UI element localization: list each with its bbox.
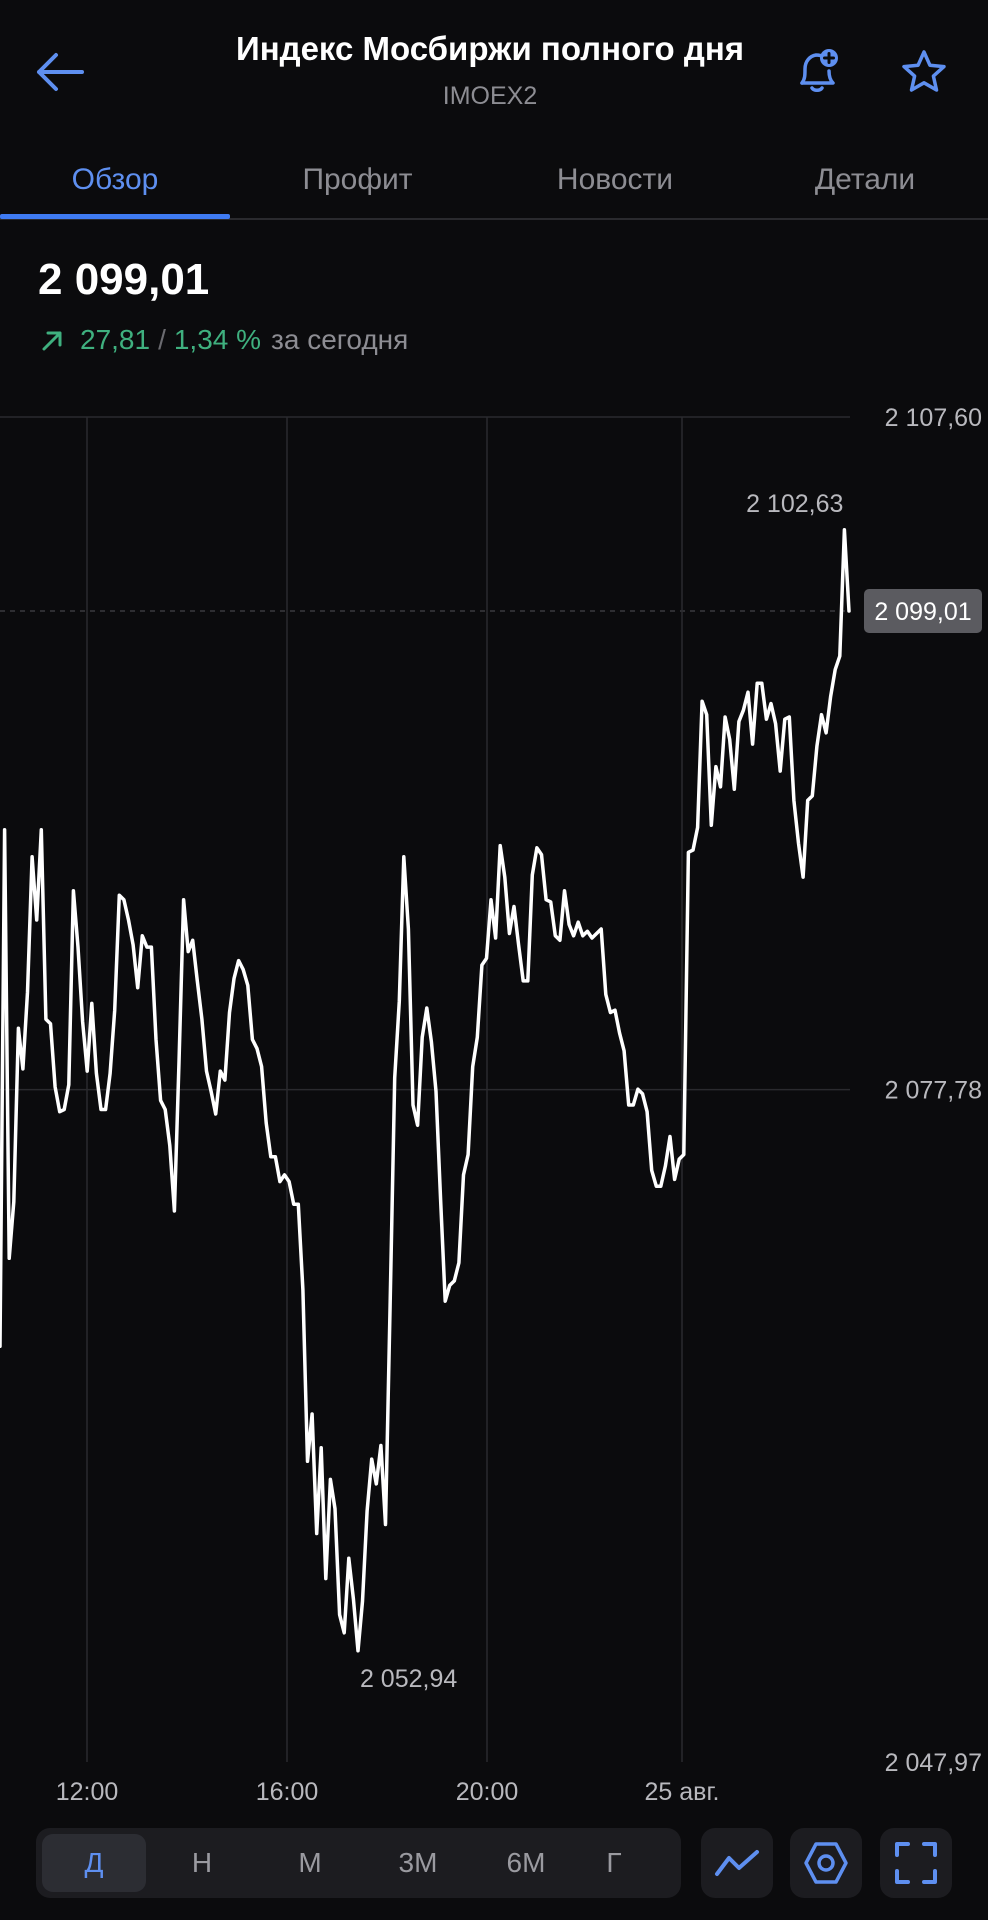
price-chart[interactable]: 12:00 16:00 20:00 25 авг. 2 107,60 2 077,78 2 …: [0, 400, 988, 1815]
line-chart-icon: [715, 1850, 759, 1876]
max-value-label: 2 102,63: [746, 490, 843, 518]
tab-profit[interactable]: Профит: [245, 152, 470, 208]
x-tick-label: 20:00: [456, 1778, 519, 1806]
tab-overview[interactable]: Обзор: [0, 152, 230, 208]
back-button[interactable]: [28, 40, 92, 104]
fullscreen-button[interactable]: [880, 1828, 952, 1898]
period-week[interactable]: Н: [150, 1834, 254, 1892]
instrument-title: Индекс Мосбиржи полного дня: [235, 30, 745, 67]
active-tab-indicator: [0, 214, 230, 219]
current-price: 2 099,01: [38, 255, 210, 304]
x-tick-label: 12:00: [56, 1778, 119, 1806]
current-price-badge-label: 2 099,01: [874, 598, 971, 626]
hexagon-settings-icon: [804, 1842, 848, 1884]
y-tick-label: 2 047,97: [885, 1749, 982, 1777]
period-3-months[interactable]: 3М: [366, 1834, 470, 1892]
period-day[interactable]: Д: [42, 1834, 146, 1892]
arrow-left-icon: [37, 53, 84, 91]
tab-bar: Обзор Профит Новости Детали: [0, 140, 988, 220]
period-year[interactable]: Г: [562, 1834, 666, 1892]
chart-type-button[interactable]: [701, 1828, 773, 1898]
min-value-label: 2 052,94: [360, 1665, 457, 1693]
add-alert-button[interactable]: [785, 38, 849, 102]
change-absolute: 27,81: [80, 324, 151, 355]
arrow-up-right-icon: [42, 331, 62, 351]
y-tick-label: 2 077,78: [885, 1077, 982, 1105]
indicators-button[interactable]: [790, 1828, 862, 1898]
chart-controls: Д Н М 3М 6М Г: [0, 1820, 988, 1910]
instrument-ticker: IMOEX2: [442, 82, 538, 110]
price-change: 27,81 / 1,34 % за сегодня: [38, 324, 408, 356]
change-separator: /: [158, 324, 166, 355]
y-tick-label: 2 107,60: [885, 404, 982, 432]
change-period-label: за сегодня: [271, 324, 409, 355]
star-icon: [902, 50, 946, 92]
period-selector: Д Н М 3М 6М Г: [36, 1828, 681, 1898]
tab-news[interactable]: Новости: [500, 152, 730, 208]
tab-details[interactable]: Детали: [750, 152, 980, 208]
favorite-button[interactable]: [892, 40, 956, 104]
fullscreen-icon: [895, 1842, 937, 1884]
change-percent: 1,34 %: [173, 324, 262, 355]
x-tick-label: 16:00: [256, 1778, 319, 1806]
header: Индекс Мосбиржи полного дня IMOEX2: [0, 0, 988, 140]
period-month[interactable]: М: [258, 1834, 362, 1892]
bell-plus-icon: [800, 49, 838, 92]
x-tick-label: 25 авг.: [645, 1778, 720, 1806]
